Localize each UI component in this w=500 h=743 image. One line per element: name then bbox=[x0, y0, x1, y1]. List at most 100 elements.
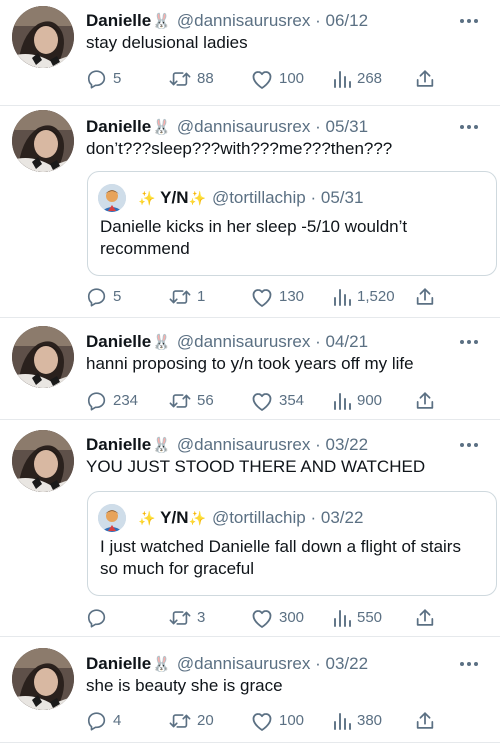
sparkle-icon: ✨ bbox=[188, 510, 206, 526]
tweet[interactable]: Danielle🐰 @dannisaurusrex · 06/12 stay del… bbox=[0, 0, 500, 106]
quoted-text: Danielle kicks in her sleep -5/10 wouldn… bbox=[100, 217, 408, 258]
tweet[interactable]: Danielle🐰 @dannisaurusrex · 04/21 hanni pr… bbox=[0, 318, 500, 420]
more-icon[interactable] bbox=[460, 659, 480, 669]
author-handle[interactable]: @dannisaurusrex bbox=[177, 11, 311, 30]
tweet-date[interactable]: 05/31 bbox=[326, 117, 369, 136]
retweet-button[interactable]: 20 bbox=[168, 709, 214, 733]
sparkle-icon: ✨ bbox=[188, 190, 206, 206]
tweet-text: don’t???sleep???with???me???then??? bbox=[86, 139, 393, 158]
reply-button[interactable]: 234 bbox=[86, 389, 138, 413]
quoted-tweet[interactable]: ✨ Y/N✨ @tortillachip · 03/22 I just watche… bbox=[87, 491, 497, 596]
views-button[interactable]: 900 bbox=[332, 389, 382, 413]
reply-button[interactable]: 5 bbox=[86, 285, 121, 309]
reply-count: 4 bbox=[113, 712, 122, 729]
quoted-date: 03/22 bbox=[320, 508, 364, 527]
separator-dot: · bbox=[310, 435, 326, 454]
tweet-date[interactable]: 03/22 bbox=[326, 654, 369, 673]
like-icon bbox=[250, 607, 274, 629]
retweet-button[interactable]: 1 bbox=[168, 285, 205, 309]
views-icon bbox=[332, 391, 352, 411]
tweet-date[interactable]: 04/21 bbox=[326, 332, 369, 351]
views-icon bbox=[332, 287, 352, 307]
view-count: 268 bbox=[357, 70, 383, 87]
tweet-text: hanni proposing to y/n took years off my… bbox=[86, 354, 414, 373]
views-button[interactable]: 268 bbox=[332, 67, 382, 91]
reply-icon bbox=[86, 607, 108, 629]
like-button[interactable]: 100 bbox=[250, 67, 304, 91]
avatar[interactable] bbox=[12, 648, 74, 710]
bunny-icon: 🐰 bbox=[152, 334, 171, 351]
quoted-author-name: Y/N bbox=[160, 508, 189, 527]
share-button[interactable] bbox=[414, 606, 436, 630]
quoted-header: ✨ Y/N✨ @tortillachip · 03/22 bbox=[138, 507, 363, 529]
share-button[interactable] bbox=[414, 709, 436, 733]
retweet-button[interactable]: 56 bbox=[168, 389, 214, 413]
share-icon bbox=[414, 710, 436, 732]
separator-dot: · bbox=[310, 332, 326, 351]
more-icon[interactable] bbox=[460, 16, 480, 26]
tweet-header: Danielle🐰 @dannisaurusrex · 04/21 bbox=[86, 331, 368, 354]
author-name[interactable]: Danielle bbox=[86, 332, 151, 351]
like-button[interactable]: 100 bbox=[250, 709, 304, 733]
like-icon bbox=[250, 68, 274, 90]
retweet-icon bbox=[168, 710, 192, 732]
author-name[interactable]: Danielle bbox=[86, 11, 151, 30]
retweet-count: 1 bbox=[197, 288, 206, 305]
quoted-header: ✨ Y/N✨ @tortillachip · 05/31 bbox=[138, 187, 363, 209]
quoted-author-handle: @tortillachip bbox=[211, 508, 306, 527]
retweet-icon bbox=[168, 607, 192, 629]
tweet-text: YOU JUST STOOD THERE AND WATCHED bbox=[86, 457, 426, 476]
retweet-icon bbox=[168, 390, 192, 412]
avatar[interactable] bbox=[12, 326, 74, 388]
reply-button[interactable]: 5 bbox=[86, 67, 121, 91]
views-button[interactable]: 550 bbox=[332, 606, 382, 630]
author-handle[interactable]: @dannisaurusrex bbox=[177, 435, 311, 454]
more-icon[interactable] bbox=[460, 122, 480, 132]
retweet-count: 88 bbox=[197, 70, 214, 87]
reply-button[interactable]: 4 bbox=[86, 709, 121, 733]
separator-dot: · bbox=[310, 654, 326, 673]
share-button[interactable] bbox=[414, 285, 436, 309]
author-handle[interactable]: @dannisaurusrex bbox=[177, 117, 311, 136]
like-button[interactable]: 300 bbox=[250, 606, 304, 630]
author-name[interactable]: Danielle bbox=[86, 117, 151, 136]
retweet-button[interactable]: 3 bbox=[168, 606, 205, 630]
share-icon bbox=[414, 286, 436, 308]
tweet[interactable]: Danielle🐰 @dannisaurusrex · 03/22 YOU JUST… bbox=[0, 420, 500, 637]
tweet-date[interactable]: 03/22 bbox=[326, 435, 369, 454]
bunny-icon: 🐰 bbox=[152, 119, 171, 136]
share-button[interactable] bbox=[414, 389, 436, 413]
author-handle[interactable]: @dannisaurusrex bbox=[177, 654, 311, 673]
more-icon[interactable] bbox=[460, 337, 480, 347]
reply-icon bbox=[86, 68, 108, 90]
bunny-icon: 🐰 bbox=[152, 437, 171, 454]
quoted-tweet[interactable]: ✨ Y/N✨ @tortillachip · 05/31 Danielle kick… bbox=[87, 171, 497, 276]
tweet-actions: 234 56 354 900 bbox=[86, 389, 486, 413]
quoted-author-handle: @tortillachip bbox=[211, 188, 306, 207]
retweet-button[interactable]: 88 bbox=[168, 67, 214, 91]
tweet-date[interactable]: 06/12 bbox=[326, 11, 369, 30]
share-button[interactable] bbox=[414, 67, 436, 91]
avatar[interactable] bbox=[12, 430, 74, 492]
tweet-header: Danielle🐰 @dannisaurusrex · 03/22 bbox=[86, 653, 368, 676]
author-name[interactable]: Danielle bbox=[86, 435, 151, 454]
views-button[interactable]: 380 bbox=[332, 709, 382, 733]
views-button[interactable]: 1,520 bbox=[332, 285, 395, 309]
quoted-author-name: Y/N bbox=[160, 188, 189, 207]
views-icon bbox=[332, 608, 352, 628]
author-name[interactable]: Danielle bbox=[86, 654, 151, 673]
like-count: 300 bbox=[279, 609, 305, 626]
tweet[interactable]: Danielle🐰 @dannisaurusrex · 05/31 don’t???… bbox=[0, 106, 500, 318]
like-icon bbox=[250, 710, 274, 732]
tweet[interactable]: Danielle🐰 @dannisaurusrex · 03/22 she is b… bbox=[0, 637, 500, 743]
like-button[interactable]: 354 bbox=[250, 389, 304, 413]
separator-dot: · bbox=[310, 117, 326, 136]
avatar[interactable] bbox=[12, 110, 74, 172]
avatar[interactable] bbox=[12, 6, 74, 68]
reply-button[interactable] bbox=[86, 606, 113, 630]
tweet-header: Danielle🐰 @dannisaurusrex · 06/12 bbox=[86, 10, 368, 33]
more-icon[interactable] bbox=[460, 440, 480, 450]
reply-icon bbox=[86, 390, 108, 412]
author-handle[interactable]: @dannisaurusrex bbox=[177, 332, 311, 351]
like-button[interactable]: 130 bbox=[250, 285, 304, 309]
